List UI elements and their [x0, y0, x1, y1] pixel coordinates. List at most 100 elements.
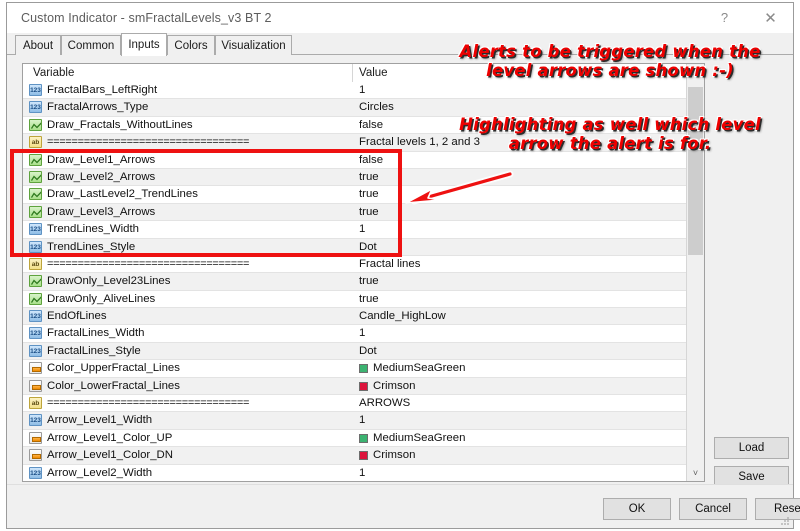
parameter-value[interactable]: Circles [359, 101, 394, 113]
table-row[interactable]: ab ================================= Fract… [23, 134, 704, 152]
load-button[interactable]: Load [714, 437, 789, 459]
table-row[interactable]: 123 Arrow_Level1_Width 1 [23, 412, 704, 430]
parameter-value[interactable]: Fractal levels 1, 2 and 3 [359, 136, 480, 148]
parameter-value[interactable]: Dot [359, 345, 377, 357]
parameter-name: Draw_Level1_Arrows [47, 153, 156, 166]
table-row[interactable]: 123 FractalBars_LeftRight 1 [23, 82, 704, 100]
table-row[interactable]: Draw_Level2_Arrows true [23, 168, 704, 187]
column-header-variable: Variable [33, 67, 75, 79]
parameter-value[interactable]: Fractal lines [359, 258, 420, 270]
color-swatch-icon [32, 436, 41, 442]
parameter-value[interactable]: 1 [359, 84, 365, 96]
parameter-value[interactable]: MediumSeaGreen [373, 432, 465, 444]
parameter-value[interactable]: true [359, 188, 379, 200]
parameter-name: Draw_Level3_Arrows [47, 205, 156, 218]
parameter-name: Arrow_Level1_Width [47, 414, 153, 427]
color-swatch-icon [32, 367, 41, 373]
int-icon: 123 [29, 344, 42, 357]
table-row[interactable]: 123 EndOfLines Candle_HighLow [23, 308, 704, 326]
bool-icon [29, 188, 42, 201]
table-row[interactable]: 123 Arrow_Level2_Width 1 [23, 464, 704, 481]
tab-visualization[interactable]: Visualization [215, 35, 292, 55]
parameter-value[interactable]: true [359, 206, 379, 218]
parameter-value[interactable]: Crimson [373, 380, 415, 392]
scroll-up-icon[interactable]: ˄ [687, 64, 704, 81]
window-title: Custom Indicator - smFractalLevels_v3 BT… [21, 11, 272, 25]
resize-grip-icon[interactable] [780, 516, 790, 526]
parameter-value[interactable]: Candle_HighLow [359, 310, 446, 322]
parameter-value[interactable]: Dot [359, 241, 377, 253]
table-row[interactable]: 123 TrendLines_Width 1 [23, 221, 704, 239]
parameter-value[interactable]: true [359, 171, 379, 183]
column-header-value: Value [359, 67, 388, 79]
color-icon [29, 431, 42, 444]
tab-inputs[interactable]: Inputs [121, 33, 167, 56]
table-row[interactable]: DrawOnly_AliveLines true [23, 290, 704, 309]
table-row[interactable]: 123 FractalLines_Width 1 [23, 325, 704, 343]
parameter-value[interactable]: Crimson [373, 449, 415, 461]
table-row[interactable]: ab ================================= ARROW… [23, 395, 704, 413]
parameter-value[interactable]: 1 [359, 467, 365, 479]
int-icon: 123 [29, 84, 42, 96]
scrollbar-thumb[interactable] [688, 87, 703, 255]
int-icon: 123 [29, 223, 42, 236]
table-row[interactable]: Color_UpperFractal_Lines MediumSeaGreen [23, 360, 704, 378]
value-color-swatch [359, 364, 368, 374]
table-row[interactable]: 123 FractalLines_Style Dot [23, 342, 704, 361]
bool-icon [29, 153, 42, 166]
tab-common[interactable]: Common [61, 35, 121, 55]
close-button[interactable]: ✕ [748, 3, 793, 32]
table-row[interactable]: Arrow_Level1_Color_DN Crimson [23, 447, 704, 465]
table-row[interactable]: Arrow_Level1_Color_UP MediumSeaGreen [23, 429, 704, 448]
help-button[interactable]: ? [702, 3, 747, 32]
parameter-value[interactable]: 1 [359, 223, 365, 235]
dialog-footer: OK Cancel Reset [7, 484, 800, 528]
parameter-value[interactable]: 1 [359, 327, 365, 339]
table-row[interactable]: DrawOnly_Level23Lines true [23, 273, 704, 291]
parameter-value[interactable]: MediumSeaGreen [373, 362, 465, 374]
value-color-swatch [359, 433, 368, 443]
table-row[interactable]: ab ================================= Fract… [23, 255, 704, 274]
parameters-table[interactable]: Variable Value 123 FractalBars_LeftRight 1… [22, 63, 705, 482]
table-row[interactable]: Draw_Fractals_WithoutLines false [23, 116, 704, 135]
parameter-name: ================================= [47, 257, 250, 270]
table-row[interactable]: 123 FractalArrows_Type Circles [23, 99, 704, 117]
bool-icon [29, 292, 42, 305]
value-color-swatch [359, 381, 368, 391]
parameter-name: Arrow_Level1_Color_DN [47, 449, 173, 462]
parameter-name: Arrow_Level1_Color_UP [47, 431, 173, 444]
bool-icon [29, 275, 42, 288]
parameter-value[interactable]: false [359, 154, 383, 166]
parameter-value[interactable]: true [359, 275, 379, 287]
parameter-name: Arrow_Level2_Width [47, 466, 153, 479]
parameter-name: FractalLines_Width [47, 327, 145, 340]
parameter-value[interactable]: false [359, 119, 383, 131]
int-icon: 123 [29, 327, 42, 340]
table-row[interactable]: Draw_LastLevel2_TrendLines true [23, 186, 704, 204]
vertical-scrollbar[interactable]: ˄ ˅ [686, 64, 704, 481]
table-row[interactable]: Color_LowerFractal_Lines Crimson [23, 377, 704, 396]
table-row[interactable]: 123 TrendLines_Style Dot [23, 238, 704, 256]
table-body: 123 FractalBars_LeftRight 1 123 FractalArrow… [23, 82, 704, 481]
tab-colors[interactable]: Colors [167, 35, 215, 55]
cancel-button[interactable]: Cancel [679, 498, 747, 520]
scrollbar-track[interactable] [687, 81, 704, 464]
bool-icon [29, 205, 42, 218]
int-icon: 123 [29, 466, 42, 479]
color-swatch-icon [32, 454, 41, 460]
parameter-value[interactable]: 1 [359, 414, 365, 426]
scroll-down-icon[interactable]: ˅ [687, 464, 704, 481]
tab-about[interactable]: About [15, 35, 61, 55]
table-row[interactable]: Draw_Level1_Arrows false [23, 151, 704, 169]
tab-bar: About Common Inputs Colors Visualization [7, 33, 793, 56]
int-icon: 123 [29, 414, 42, 427]
parameter-name: ================================= [47, 397, 250, 410]
reset-button[interactable]: Reset [755, 498, 800, 520]
ok-button[interactable]: OK [603, 498, 671, 520]
parameter-value[interactable]: ARROWS [359, 397, 410, 409]
table-row[interactable]: Draw_Level3_Arrows true [23, 203, 704, 222]
string-icon: ab [29, 397, 42, 410]
int-icon: 123 [29, 240, 42, 253]
int-icon: 123 [29, 101, 42, 114]
parameter-value[interactable]: true [359, 293, 379, 305]
